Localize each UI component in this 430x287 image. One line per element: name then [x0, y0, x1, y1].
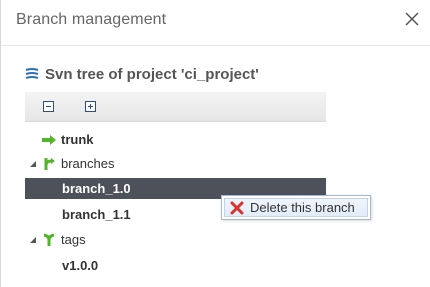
delete-branch-label: Delete this branch	[250, 200, 355, 215]
panel-title-text: Svn tree of project 'ci_project'	[45, 65, 259, 83]
tree-item-tag-v1-0-0[interactable]: v1.0.0	[62, 255, 98, 276]
collapse-toggle-icon[interactable]	[30, 236, 36, 243]
svn-icon	[25, 68, 39, 79]
tree-item-label: branches	[61, 156, 115, 171]
collapse-all-button[interactable]	[43, 101, 54, 112]
close-icon[interactable]	[401, 8, 423, 30]
tag-icon	[43, 233, 55, 246]
branch-icon	[44, 158, 55, 170]
expand-all-button[interactable]	[85, 101, 96, 112]
branch-management-dialog: Branch management Svn tree of project 'c…	[0, 0, 430, 287]
panel-title: Svn tree of project 'ci_project'	[25, 64, 259, 84]
delete-branch-menu-item[interactable]: Delete this branch	[224, 198, 368, 217]
tree-item-label: v1.0.0	[62, 258, 99, 273]
delete-icon	[230, 201, 244, 214]
context-menu: Delete this branch	[221, 195, 371, 220]
tree-item-branch-1-1[interactable]: branch_1.1	[62, 204, 131, 225]
tree-item-label: trunk	[61, 132, 94, 147]
tree-toolbar	[25, 92, 326, 122]
tree-item-trunk[interactable]: trunk	[41, 129, 94, 150]
dialog-titlebar: Branch management	[1, 0, 430, 46]
tree-item-tags[interactable]: tags	[30, 229, 86, 250]
arrow-right-icon	[42, 134, 56, 145]
dialog-title: Branch management	[16, 11, 167, 28]
tree-item-branches[interactable]: branches	[30, 153, 114, 174]
tree-item-label: branch_1.0	[62, 181, 131, 196]
collapse-toggle-icon[interactable]	[30, 160, 36, 167]
tree-item-label: branch_1.1	[62, 207, 131, 222]
tree-item-label: tags	[61, 232, 86, 247]
